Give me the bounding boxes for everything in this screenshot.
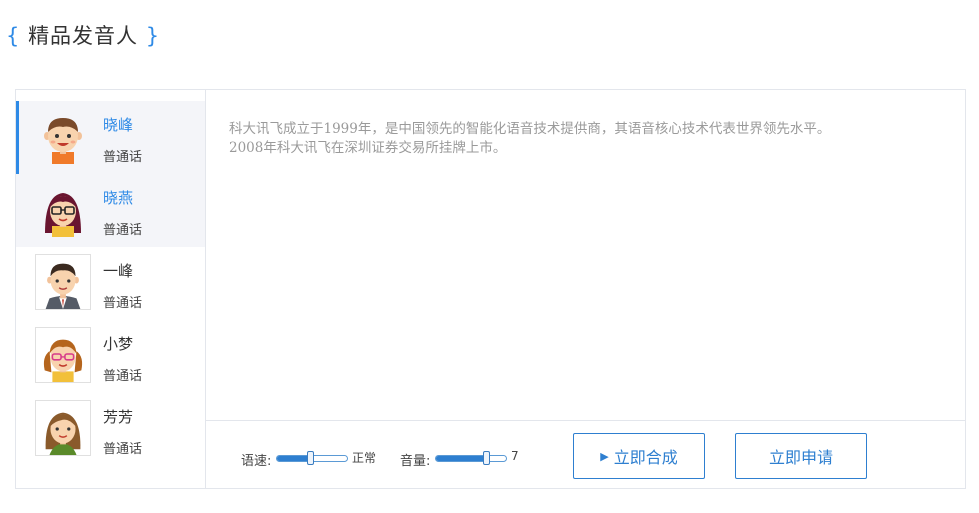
avatar-girl-glasses-icon xyxy=(35,181,91,237)
speaker-name: 小梦 xyxy=(103,335,134,353)
synthesis-text-input[interactable]: 科大讯飞成立于1999年，是中国领先的智能化语音技术提供商，其语音核心技术代表世… xyxy=(229,120,949,158)
speed-value: 正常 xyxy=(352,451,377,465)
speaker-language: 普通话 xyxy=(103,369,143,384)
speaker-language: 普通话 xyxy=(103,296,143,311)
speaker-name: 晓峰 xyxy=(103,116,134,134)
brace-close: } xyxy=(145,24,161,48)
speaker-name: 一峰 xyxy=(103,262,134,280)
speed-label: 语速: xyxy=(241,454,272,469)
volume-slider-fill xyxy=(436,456,487,461)
tts-panel: 晓峰 普通话 晓燕 普通话 一峰 普通话 小梦 普通话 芳芳 普通话 科大讯飞成… xyxy=(15,89,966,489)
controls-bar: 语速: 正常 音量: 7 ▶ 立即合成 立即申请 xyxy=(206,420,965,488)
section-title-text: 精品发音人 xyxy=(28,24,139,48)
speaker-item-yifeng[interactable]: 一峰 普通话 xyxy=(16,247,205,320)
volume-label: 音量: xyxy=(400,454,431,469)
speaker-item-xiaomeng[interactable]: 小梦 普通话 xyxy=(16,320,205,393)
synthesize-button-label: 立即合成 xyxy=(613,448,678,467)
speed-slider[interactable] xyxy=(276,451,348,465)
speaker-language: 普通话 xyxy=(103,223,143,238)
speaker-language: 普通话 xyxy=(103,442,143,457)
volume-slider[interactable] xyxy=(435,451,507,465)
speaker-name: 晓燕 xyxy=(103,189,134,207)
speaker-name: 芳芳 xyxy=(103,408,134,426)
apply-button[interactable]: 立即申请 xyxy=(735,433,867,479)
volume-value: 7 xyxy=(511,449,519,463)
avatar-boy-icon xyxy=(35,108,91,164)
brace-open: { xyxy=(6,24,21,48)
avatar-man-suit-icon xyxy=(35,254,91,310)
speaker-language: 普通话 xyxy=(103,150,143,165)
speed-slider-fill xyxy=(277,456,310,461)
synthesize-button[interactable]: ▶ 立即合成 xyxy=(573,433,705,479)
speaker-list: 晓峰 普通话 晓燕 普通话 一峰 普通话 小梦 普通话 芳芳 普通话 xyxy=(16,90,206,488)
speaker-item-fangfang[interactable]: 芳芳 普通话 xyxy=(16,393,205,466)
speaker-item-xiaofeng[interactable]: 晓峰 普通话 xyxy=(16,101,205,174)
page-title: { 精品发音人 } xyxy=(6,20,160,50)
volume-slider-handle[interactable] xyxy=(483,451,491,465)
apply-button-label: 立即申请 xyxy=(768,448,833,467)
avatar-woman-icon xyxy=(35,400,91,456)
avatar-girl-pigtails-icon xyxy=(35,327,91,383)
speed-slider-handle[interactable] xyxy=(306,451,314,465)
play-icon: ▶ xyxy=(600,449,609,463)
speaker-item-xiaoyan[interactable]: 晓燕 普通话 xyxy=(16,174,205,247)
